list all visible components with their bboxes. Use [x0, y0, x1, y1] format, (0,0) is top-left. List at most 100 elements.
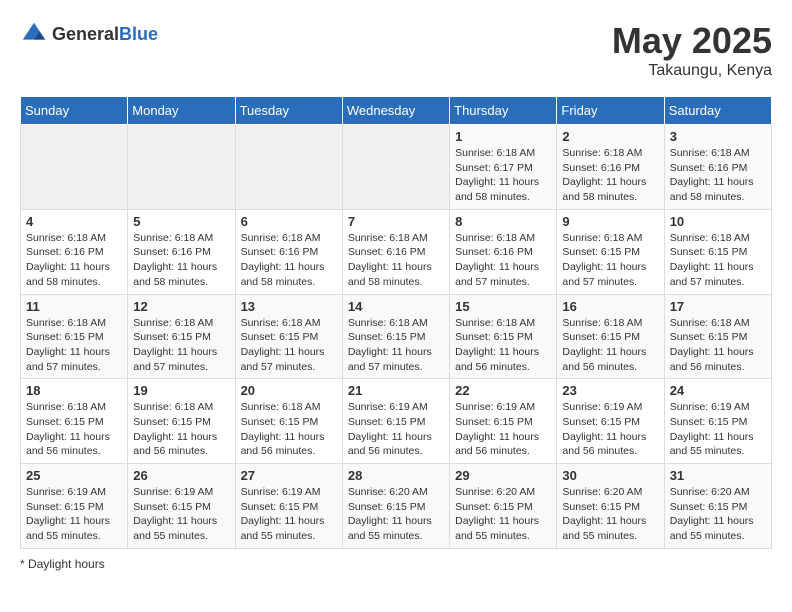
calendar-cell: 9 Sunrise: 6:18 AM Sunset: 6:15 PM Daylig… — [557, 209, 664, 294]
day-detail: Sunrise: 6:18 AM Sunset: 6:15 PM Dayligh… — [133, 400, 229, 459]
day-detail: Sunrise: 6:18 AM Sunset: 6:15 PM Dayligh… — [670, 316, 766, 375]
calendar-cell — [342, 125, 449, 210]
header-tuesday: Tuesday — [235, 97, 342, 125]
calendar-cell: 20 Sunrise: 6:18 AM Sunset: 6:15 PM Dayli… — [235, 379, 342, 464]
header-row: Sunday Monday Tuesday Wednesday Thursday… — [21, 97, 772, 125]
day-detail: Sunrise: 6:18 AM Sunset: 6:15 PM Dayligh… — [241, 400, 337, 459]
day-detail: Sunrise: 6:18 AM Sunset: 6:16 PM Dayligh… — [133, 231, 229, 290]
day-number: 4 — [26, 214, 122, 229]
logo-icon — [20, 20, 48, 48]
day-number: 6 — [241, 214, 337, 229]
calendar-cell: 10Sunrise: 6:18 AM Sunset: 6:15 PM Dayli… — [664, 209, 771, 294]
calendar-cell: 25Sunrise: 6:19 AM Sunset: 6:15 PM Dayli… — [21, 464, 128, 549]
day-detail: Sunrise: 6:18 AM Sunset: 6:16 PM Dayligh… — [241, 231, 337, 290]
day-detail: Sunrise: 6:18 AM Sunset: 6:15 PM Dayligh… — [455, 316, 551, 375]
calendar-cell: 6 Sunrise: 6:18 AM Sunset: 6:16 PM Daylig… — [235, 209, 342, 294]
calendar-header: Sunday Monday Tuesday Wednesday Thursday… — [21, 97, 772, 125]
calendar-cell: 13Sunrise: 6:18 AM Sunset: 6:15 PM Dayli… — [235, 294, 342, 379]
logo-general: General — [52, 24, 119, 44]
day-number: 2 — [562, 129, 658, 144]
day-number: 9 — [562, 214, 658, 229]
day-number: 31 — [670, 468, 766, 483]
day-detail: Sunrise: 6:18 AM Sunset: 6:17 PM Dayligh… — [455, 146, 551, 205]
day-number: 21 — [348, 383, 444, 398]
day-detail: Sunrise: 6:19 AM Sunset: 6:15 PM Dayligh… — [562, 400, 658, 459]
day-detail: Sunrise: 6:20 AM Sunset: 6:15 PM Dayligh… — [455, 485, 551, 544]
calendar-cell — [235, 125, 342, 210]
logo-blue: Blue — [119, 24, 158, 44]
day-detail: Sunrise: 6:18 AM Sunset: 6:16 PM Dayligh… — [348, 231, 444, 290]
day-number: 8 — [455, 214, 551, 229]
day-detail: Sunrise: 6:19 AM Sunset: 6:15 PM Dayligh… — [133, 485, 229, 544]
calendar-week-4: 18 Sunrise: 6:18 AM Sunset: 6:15 PM Dayli… — [21, 379, 772, 464]
day-detail: Sunrise: 6:18 AM Sunset: 6:15 PM Dayligh… — [562, 231, 658, 290]
day-number: 26 — [133, 468, 229, 483]
calendar-cell: 4 Sunrise: 6:18 AM Sunset: 6:16 PM Daylig… — [21, 209, 128, 294]
calendar-cell: 26 Sunrise: 6:19 AM Sunset: 6:15 PM Dayli… — [128, 464, 235, 549]
day-detail: Sunrise: 6:19 AM Sunset: 6:15 PM Dayligh… — [670, 400, 766, 459]
day-detail: Sunrise: 6:20 AM Sunset: 6:15 PM Dayligh… — [348, 485, 444, 544]
calendar-cell: 29 Sunrise: 6:20 AM Sunset: 6:15 PM Dayli… — [450, 464, 557, 549]
day-detail: Sunrise: 6:18 AM Sunset: 6:16 PM Dayligh… — [455, 231, 551, 290]
daylight-label: Daylight hours — [28, 557, 105, 571]
calendar-cell — [21, 125, 128, 210]
title-section: May 2025 Takaungu, Kenya — [612, 20, 772, 80]
calendar-cell: 27Sunrise: 6:19 AM Sunset: 6:15 PM Dayli… — [235, 464, 342, 549]
day-number: 17 — [670, 299, 766, 314]
header-thursday: Thursday — [450, 97, 557, 125]
logo: GeneralBlue — [20, 20, 158, 48]
day-number: 29 — [455, 468, 551, 483]
calendar-cell: 31Sunrise: 6:20 AM Sunset: 6:15 PM Dayli… — [664, 464, 771, 549]
day-number: 3 — [670, 129, 766, 144]
day-number: 7 — [348, 214, 444, 229]
day-number: 20 — [241, 383, 337, 398]
location-subtitle: Takaungu, Kenya — [612, 62, 772, 80]
day-number: 18 — [26, 383, 122, 398]
day-detail: Sunrise: 6:18 AM Sunset: 6:15 PM Dayligh… — [133, 316, 229, 375]
day-number: 28 — [348, 468, 444, 483]
calendar-week-5: 25Sunrise: 6:19 AM Sunset: 6:15 PM Dayli… — [21, 464, 772, 549]
day-number: 12 — [133, 299, 229, 314]
calendar-cell: 14 Sunrise: 6:18 AM Sunset: 6:15 PM Dayli… — [342, 294, 449, 379]
day-number: 24 — [670, 383, 766, 398]
calendar-cell: 17 Sunrise: 6:18 AM Sunset: 6:15 PM Dayli… — [664, 294, 771, 379]
calendar-cell: 22 Sunrise: 6:19 AM Sunset: 6:15 PM Dayli… — [450, 379, 557, 464]
calendar-cell: 7 Sunrise: 6:18 AM Sunset: 6:16 PM Daylig… — [342, 209, 449, 294]
calendar-cell: 19 Sunrise: 6:18 AM Sunset: 6:15 PM Dayli… — [128, 379, 235, 464]
header: GeneralBlue May 2025 Takaungu, Kenya — [20, 20, 772, 80]
day-detail: Sunrise: 6:18 AM Sunset: 6:15 PM Dayligh… — [348, 316, 444, 375]
header-wednesday: Wednesday — [342, 97, 449, 125]
calendar-cell: 28 Sunrise: 6:20 AM Sunset: 6:15 PM Dayli… — [342, 464, 449, 549]
day-detail: Sunrise: 6:20 AM Sunset: 6:15 PM Dayligh… — [562, 485, 658, 544]
day-number: 16 — [562, 299, 658, 314]
header-monday: Monday — [128, 97, 235, 125]
day-number: 22 — [455, 383, 551, 398]
day-number: 14 — [348, 299, 444, 314]
day-detail: Sunrise: 6:18 AM Sunset: 6:15 PM Dayligh… — [670, 231, 766, 290]
day-detail: Sunrise: 6:19 AM Sunset: 6:15 PM Dayligh… — [455, 400, 551, 459]
month-title: May 2025 — [612, 20, 772, 62]
calendar-cell: 12 Sunrise: 6:18 AM Sunset: 6:15 PM Dayli… — [128, 294, 235, 379]
calendar-cell: 24 Sunrise: 6:19 AM Sunset: 6:15 PM Dayli… — [664, 379, 771, 464]
header-friday: Friday — [557, 97, 664, 125]
day-detail: Sunrise: 6:19 AM Sunset: 6:15 PM Dayligh… — [348, 400, 444, 459]
calendar-cell: 16 Sunrise: 6:18 AM Sunset: 6:15 PM Dayli… — [557, 294, 664, 379]
calendar-cell: 1Sunrise: 6:18 AM Sunset: 6:17 PM Daylig… — [450, 125, 557, 210]
day-number: 11 — [26, 299, 122, 314]
calendar-cell: 15Sunrise: 6:18 AM Sunset: 6:15 PM Dayli… — [450, 294, 557, 379]
calendar-body: 1Sunrise: 6:18 AM Sunset: 6:17 PM Daylig… — [21, 125, 772, 549]
footer-note: * Daylight hours — [20, 557, 772, 571]
day-detail: Sunrise: 6:18 AM Sunset: 6:15 PM Dayligh… — [562, 316, 658, 375]
day-number: 19 — [133, 383, 229, 398]
calendar-week-2: 4 Sunrise: 6:18 AM Sunset: 6:16 PM Daylig… — [21, 209, 772, 294]
day-detail: Sunrise: 6:19 AM Sunset: 6:15 PM Dayligh… — [241, 485, 337, 544]
calendar-cell: 2Sunrise: 6:18 AM Sunset: 6:16 PM Daylig… — [557, 125, 664, 210]
calendar-cell: 5 Sunrise: 6:18 AM Sunset: 6:16 PM Daylig… — [128, 209, 235, 294]
day-detail: Sunrise: 6:19 AM Sunset: 6:15 PM Dayligh… — [26, 485, 122, 544]
day-detail: Sunrise: 6:18 AM Sunset: 6:15 PM Dayligh… — [241, 316, 337, 375]
calendar-table: Sunday Monday Tuesday Wednesday Thursday… — [20, 96, 772, 549]
day-number: 5 — [133, 214, 229, 229]
day-detail: Sunrise: 6:18 AM Sunset: 6:16 PM Dayligh… — [26, 231, 122, 290]
day-number: 23 — [562, 383, 658, 398]
calendar-week-3: 11 Sunrise: 6:18 AM Sunset: 6:15 PM Dayli… — [21, 294, 772, 379]
